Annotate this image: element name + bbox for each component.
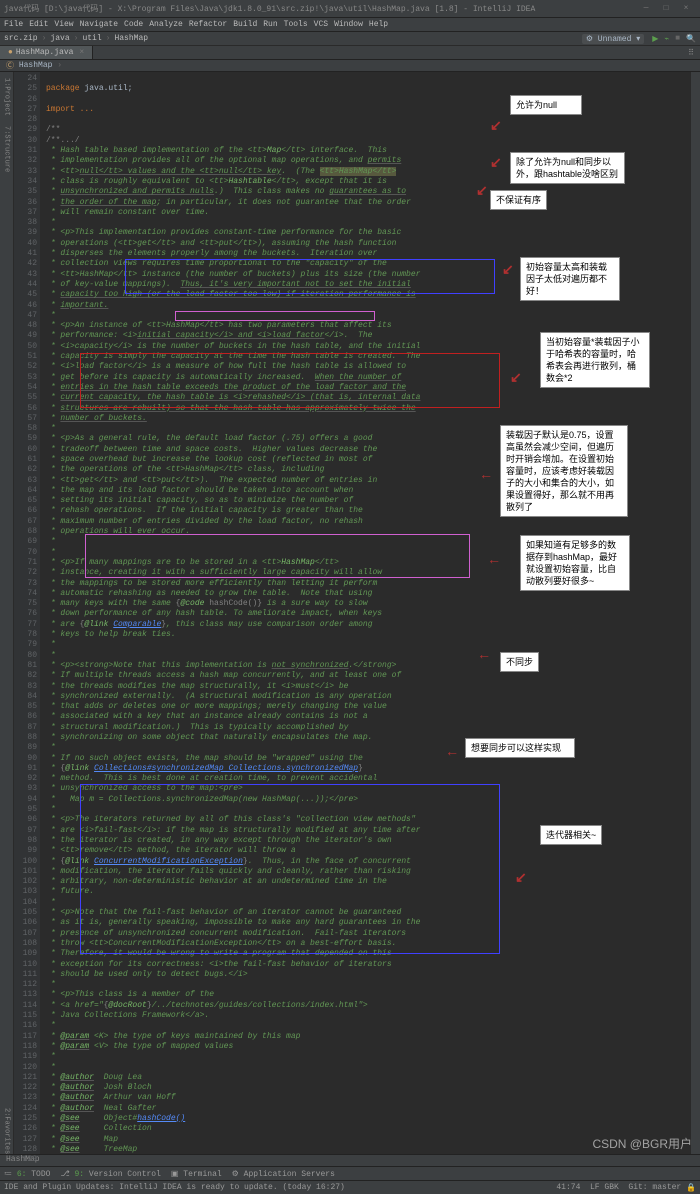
arrow-icon: ↙ [510, 370, 522, 387]
crumb-java[interactable]: java [50, 34, 69, 43]
editor-content[interactable]: package java.util; import ... /** /**...… [40, 72, 690, 1154]
crumb-hashmap[interactable]: HashMap [114, 34, 148, 43]
rect-highlight [80, 784, 500, 954]
left-tool-strip: 1:Project 7:Structure 2:Favorites [0, 72, 14, 1154]
arrow-icon: ← [448, 745, 456, 761]
arrow-icon: ↙ [490, 118, 502, 135]
terminal-tool[interactable]: ▣ Terminal [171, 1169, 222, 1179]
git-branch[interactable]: Git: master [628, 1183, 681, 1192]
editor-tabs: ● HashMap.java × ⠿ [0, 46, 700, 60]
bottom-breadcrumb: HashMap [0, 1154, 700, 1166]
caret-pos: 41:74 [556, 1183, 580, 1192]
encoding[interactable]: LF GBK [590, 1183, 619, 1192]
anno-rehash: 当初始容量*装载因子小于哈希表的容量时，哈希表会再进行散列，桶数会*2 [540, 332, 650, 388]
debug-icon[interactable]: ⌁ [664, 34, 669, 44]
app-title: java代码 [D:\java代码] - X:\Program Files\Ja… [4, 3, 535, 14]
stop-icon[interactable]: ■ [675, 34, 680, 43]
anno-iter: 迭代器相关~ [540, 825, 602, 845]
menu-file[interactable]: File [4, 20, 23, 29]
appserver-tool[interactable]: ⚙ Application Servers [232, 1169, 335, 1179]
vcs-tool[interactable]: ⎇ 9: Version Control [60, 1169, 160, 1179]
minimize-icon[interactable]: ─ [636, 4, 656, 13]
scrollbar-marks[interactable] [690, 72, 700, 1154]
menu-code[interactable]: Code [124, 20, 143, 29]
crumb-src.zip[interactable]: src.zip [4, 34, 38, 43]
tool-window-bar: ≔ 6: TODO ⎇ 9: Version Control ▣ Termina… [0, 1166, 700, 1180]
nav-toolbar: src.zip›java›util›HashMap ⚙ Unnamed ▾ ▶ … [0, 32, 700, 46]
menu-tools[interactable]: Tools [284, 20, 308, 29]
project-tool-icon[interactable]: 1:Project [3, 78, 11, 116]
close-icon[interactable]: × [676, 4, 696, 13]
structure-tool-icon[interactable]: 7:Structure [3, 126, 11, 172]
tab-hashmap[interactable]: ● HashMap.java × [0, 46, 93, 59]
maximize-icon[interactable]: □ [656, 4, 676, 13]
tab-close-icon[interactable]: × [79, 48, 84, 57]
search-icon[interactable]: 🔍 [686, 34, 696, 44]
anno-order: 不保证有序 [490, 190, 547, 210]
favorites-tool-icon[interactable]: 2:Favorites [3, 1108, 11, 1154]
arrow-icon: ← [482, 468, 490, 484]
menu-build[interactable]: Build [233, 20, 257, 29]
arrow-icon: ← [480, 648, 488, 664]
menu-view[interactable]: View [54, 20, 73, 29]
menu-edit[interactable]: Edit [29, 20, 48, 29]
menubar: File Edit View Navigate Code Analyze Refactor B… [0, 18, 700, 32]
rect-highlight [85, 534, 470, 578]
arrow-icon: ↙ [515, 870, 527, 887]
arrow-icon: ← [490, 553, 498, 569]
status-message: IDE and Plugin Updates: IntelliJ IDEA is… [4, 1183, 345, 1192]
titlebar: java代码 [D:\java代码] - X:\Program Files\Ja… [0, 0, 700, 18]
arrow-icon: ↙ [476, 183, 488, 200]
menu-analyze[interactable]: Analyze [149, 20, 183, 29]
java-file-icon: ● [8, 48, 13, 57]
anno-syncmap: 想要同步可以这样实现 [465, 738, 575, 758]
structure-nav: Ⓒ HashMap › [0, 60, 700, 72]
rect-highlight [80, 353, 500, 408]
arrow-icon: ↙ [502, 262, 514, 279]
menu-help[interactable]: Help [369, 20, 388, 29]
menu-navigate[interactable]: Navigate [80, 20, 118, 29]
tab-overflow-icon[interactable]: ⠿ [682, 48, 700, 58]
menu-run[interactable]: Run [263, 20, 277, 29]
anno-null: 允许为null [510, 95, 582, 115]
crumb-util[interactable]: util [82, 34, 101, 43]
lock-icon[interactable]: 🔒 [686, 1183, 696, 1193]
watermark: CSDN @BGR用户 [592, 1135, 692, 1152]
rect-highlight [175, 311, 375, 321]
menu-window[interactable]: Window [334, 20, 363, 29]
anno-loadfactor: 装载因子默认是0.75，设置高虽然会减少空间，但遍历时开销会增加。在设置初始容量… [500, 425, 628, 517]
todo-tool[interactable]: ≔ 6: TODO [4, 1169, 50, 1179]
tab-label: HashMap.java [16, 48, 74, 57]
arrow-icon: ↙ [490, 155, 502, 172]
run-icon[interactable]: ▶ [652, 34, 658, 44]
anno-hashtable: 除了允许为null和同步以外，跟hashtable没啥区别 [510, 152, 625, 184]
anno-initcap: 如果知道有足够多的数据存到hashMap，最好就设置初始容量，比自动散列要好很多… [520, 535, 630, 591]
anno-sync: 不同步 [500, 652, 539, 672]
rect-highlight [125, 259, 495, 294]
run-config[interactable]: ⚙ Unnamed ▾ [582, 34, 644, 44]
menu-vcs[interactable]: VCS [314, 20, 328, 29]
class-nav[interactable]: HashMap [19, 61, 53, 70]
status-bar: IDE and Plugin Updates: IntelliJ IDEA is… [0, 1180, 700, 1194]
menu-refactor[interactable]: Refactor [189, 20, 227, 29]
anno-perf: 初始容量太高和装载因子太低对遍历都不好！ [520, 257, 620, 301]
breadcrumbs: src.zip›java›util›HashMap [4, 34, 148, 43]
line-numbers: 24 25 26 27 28 29 30 31 32 33 34 35 36 3… [14, 72, 40, 1154]
